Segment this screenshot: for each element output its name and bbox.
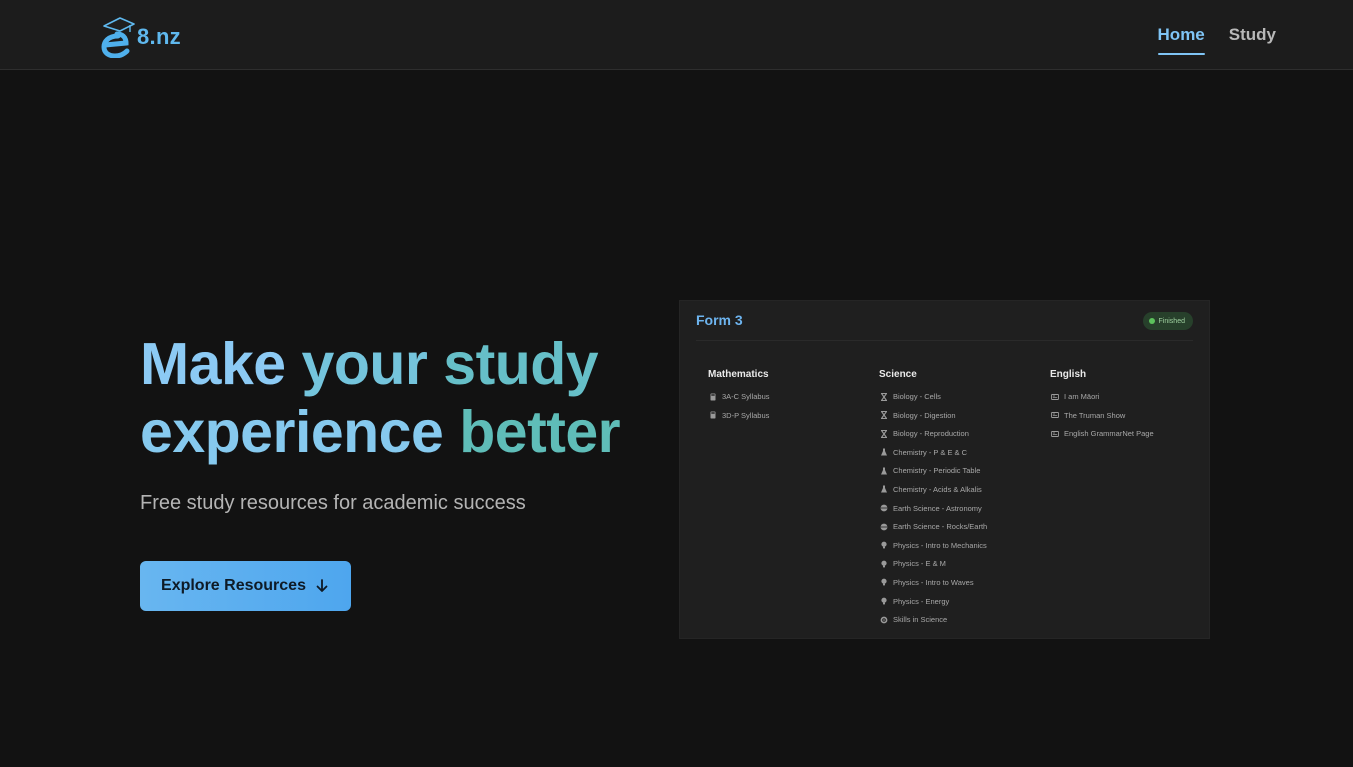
form-3-preview-card: Form 3 Finished Mathematics 3A-C Syllabu… [679,300,1210,639]
english-column: English I am Māori The Truman Show English… [1050,369,1154,448]
resource-link[interactable]: 3D-P Syllabus [708,411,770,430]
resource-link[interactable]: English GrammarNet Page [1050,429,1154,448]
gear-icon [879,615,888,624]
resource-label: Physics - Energy [893,596,950,606]
bulb-icon [879,541,888,550]
resource-label: Chemistry - P & E & C [893,447,968,457]
column-heading: Mathematics [708,369,769,380]
resource-link[interactable]: Biology - Digestion [879,411,987,430]
calculator-icon [708,392,717,401]
resource-link[interactable]: Biology - Cells [879,392,987,411]
hero-word: study [443,331,599,397]
resource-label: Physics - Intro to Mechanics [893,540,987,550]
resource-link[interactable]: Biology - Reproduction [879,429,987,448]
card-title: Form 3 [696,312,743,328]
flask-icon [879,448,888,457]
status-badge: Finished [1142,312,1193,330]
mathematics-column: Mathematics 3A-C Syllabus 3D-P Syllabus [708,369,770,429]
resource-label: Skills in Science [893,615,948,625]
resource-link[interactable]: Physics - Intro to Mechanics [879,541,987,560]
hero-title: Make your study experience better [140,330,621,466]
resource-label: Earth Science - Rocks/Earth [893,522,988,532]
nav-home[interactable]: Home [1157,0,1206,70]
column-heading: Science [879,369,917,380]
resource-link[interactable]: Earth Science - Astronomy [879,504,987,523]
site-logo[interactable]: 8.nz [100,10,190,58]
resource-label: Chemistry - Acids & Alkalis [893,484,982,494]
explore-resources-button[interactable]: Explore Resources [140,561,351,611]
hero-word: better [459,399,621,465]
top-navbar: 8.nz Home Study [0,0,1353,70]
nav-study[interactable]: Study [1229,0,1276,70]
explore-resources-label: Explore Resources [161,577,306,594]
bulb-icon [879,578,888,587]
calculator-icon [708,411,717,420]
resource-label: Biology - Cells [893,392,941,401]
arrow-down-icon [316,579,328,592]
logo-e-graduation-icon [101,17,135,58]
resource-link[interactable]: 3A-C Syllabus [708,392,770,411]
hero-title-line-2: experience better [140,398,621,466]
hero-word: your [301,331,428,397]
resource-label: Physics - E & M [893,559,946,569]
card-divider [696,340,1193,341]
resource-label: Biology - Reproduction [893,429,969,439]
resource-link[interactable]: Physics - Energy [879,597,987,616]
resource-label: I am Māori [1064,392,1100,401]
resource-link[interactable]: Chemistry - Acids & Alkalis [879,485,987,504]
dna-icon [879,411,888,420]
main-nav: Home Study [1157,0,1276,70]
bulb-icon [879,559,888,568]
column-heading: English [1050,369,1087,380]
hero-subtitle: Free study resources for academic succes… [140,492,526,514]
hero-word: Make [140,331,286,397]
resource-label: The Truman Show [1064,410,1126,420]
resource-link[interactable]: Chemistry - P & E & C [879,448,987,467]
resource-label: Biology - Digestion [893,410,956,420]
resource-link[interactable]: Chemistry - Periodic Table [879,466,987,485]
newspaper-icon [1050,429,1059,438]
flask-icon [879,466,888,475]
hero-title-line-1: Make your study [140,330,620,398]
resource-label: English GrammarNet Page [1064,429,1154,439]
resource-link[interactable]: The Truman Show [1050,411,1154,430]
resource-label: Physics - Intro to Waves [893,577,974,587]
resource-label: Earth Science - Astronomy [893,503,982,513]
resource-label: Chemistry - Periodic Table [893,466,981,476]
resource-link[interactable]: I am Māori [1050,392,1154,411]
science-column: Science Biology - Cells Biology - Digesti… [879,369,987,634]
newspaper-icon [1050,411,1059,420]
resource-list: I am Māori The Truman Show English Grammar… [1050,392,1154,448]
resource-link[interactable]: Physics - E & M [879,559,987,578]
resource-label: 3D-P Syllabus [722,410,770,420]
status-badge-label: Finished [1158,317,1185,325]
resource-list: 3A-C Syllabus 3D-P Syllabus [708,392,770,429]
globe-icon [879,522,888,531]
dna-icon [879,392,888,401]
bulb-icon [879,597,888,606]
resource-list: Biology - Cells Biology - Digestion Biolog… [879,392,987,634]
resource-link[interactable]: Earth Science - Rocks/Earth [879,522,987,541]
hero-word: experience [140,399,444,465]
resource-link[interactable]: Skills in Science [879,615,987,634]
resource-link[interactable]: Physics - Intro to Waves [879,578,987,597]
globe-icon [879,504,888,513]
status-dot-icon [1148,318,1155,324]
resource-label: 3A-C Syllabus [722,392,770,401]
flask-icon [879,485,888,494]
dna-icon [879,429,888,438]
newspaper-icon [1050,392,1059,401]
logo-text: 8.nz [137,24,181,49]
